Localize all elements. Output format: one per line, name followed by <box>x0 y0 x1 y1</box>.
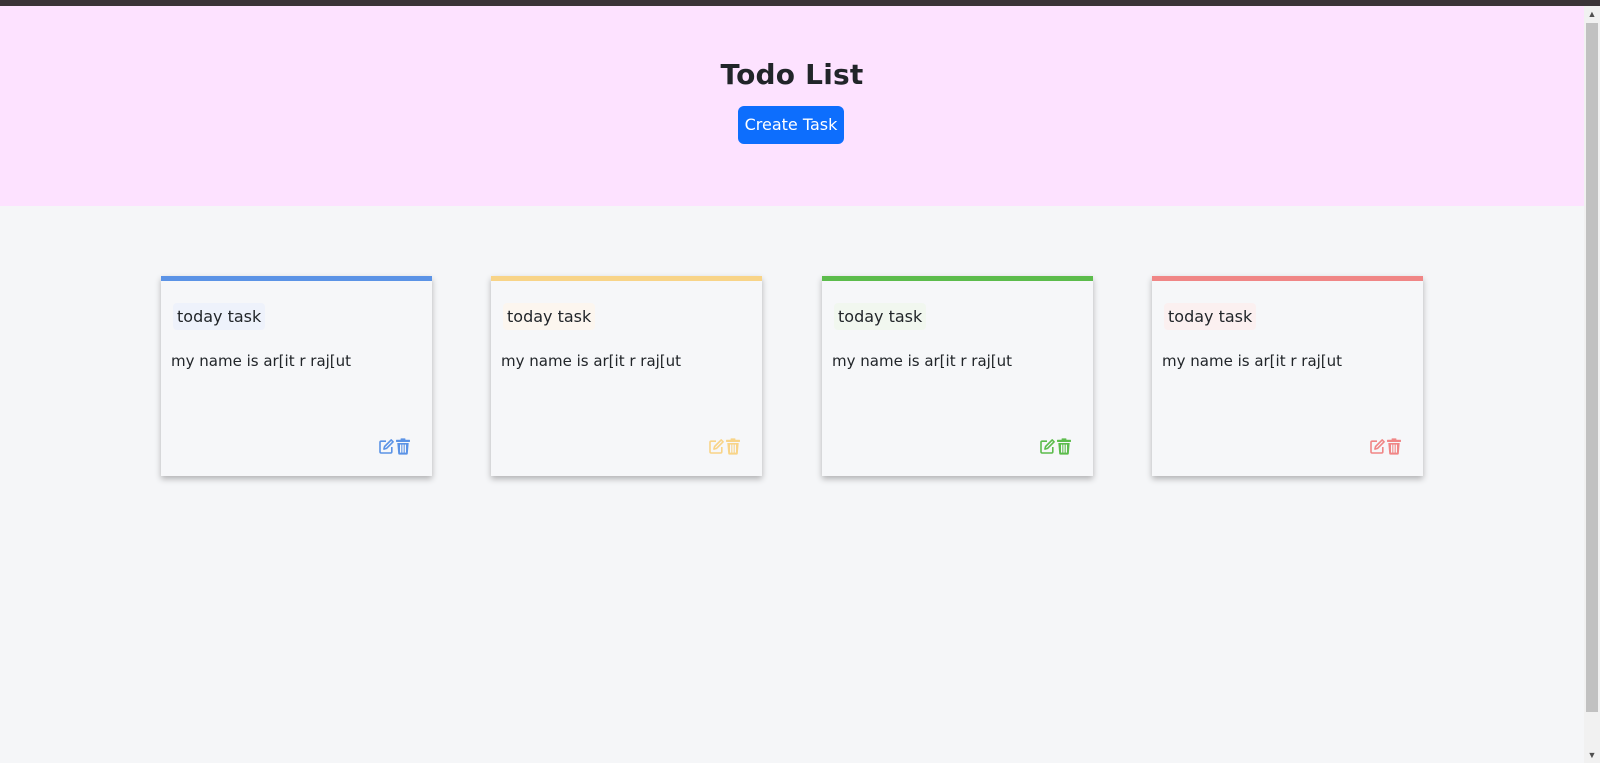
task-card: today task my name is ar[it r raj[ut <box>161 276 432 476</box>
task-actions <box>708 438 742 456</box>
trash-icon[interactable] <box>1386 438 1403 456</box>
task-title: today task <box>1164 303 1257 330</box>
task-description: my name is ar[it r raj[ut <box>501 352 682 370</box>
page-title: Todo List <box>720 58 864 91</box>
task-description: my name is ar[it r raj[ut <box>832 352 1013 370</box>
task-card: today task my name is ar[it r raj[ut <box>491 276 762 476</box>
task-actions <box>378 438 412 456</box>
page-header: Todo List Create Task <box>0 6 1584 206</box>
create-task-button[interactable]: Create Task <box>738 106 844 144</box>
edit-icon[interactable] <box>378 438 395 456</box>
task-actions <box>1039 438 1073 456</box>
scroll-down-arrow-icon[interactable]: ▼ <box>1584 747 1600 763</box>
task-title: today task <box>503 303 596 330</box>
task-actions <box>1369 438 1403 456</box>
task-card: today task my name is ar[it r raj[ut <box>1152 276 1423 476</box>
trash-icon[interactable] <box>725 438 742 456</box>
task-title: today task <box>834 303 927 330</box>
edit-icon[interactable] <box>1369 438 1386 456</box>
edit-icon[interactable] <box>708 438 725 456</box>
scroll-up-arrow-icon[interactable]: ▲ <box>1584 6 1600 22</box>
task-description: my name is ar[it r raj[ut <box>1162 352 1343 370</box>
trash-icon[interactable] <box>395 438 412 456</box>
task-description: my name is ar[it r raj[ut <box>171 352 352 370</box>
task-title: today task <box>173 303 266 330</box>
scrollbar-thumb[interactable] <box>1586 23 1598 712</box>
task-card: today task my name is ar[it r raj[ut <box>822 276 1093 476</box>
trash-icon[interactable] <box>1056 438 1073 456</box>
edit-icon[interactable] <box>1039 438 1056 456</box>
vertical-scrollbar[interactable]: ▲ ▼ <box>1584 6 1600 763</box>
